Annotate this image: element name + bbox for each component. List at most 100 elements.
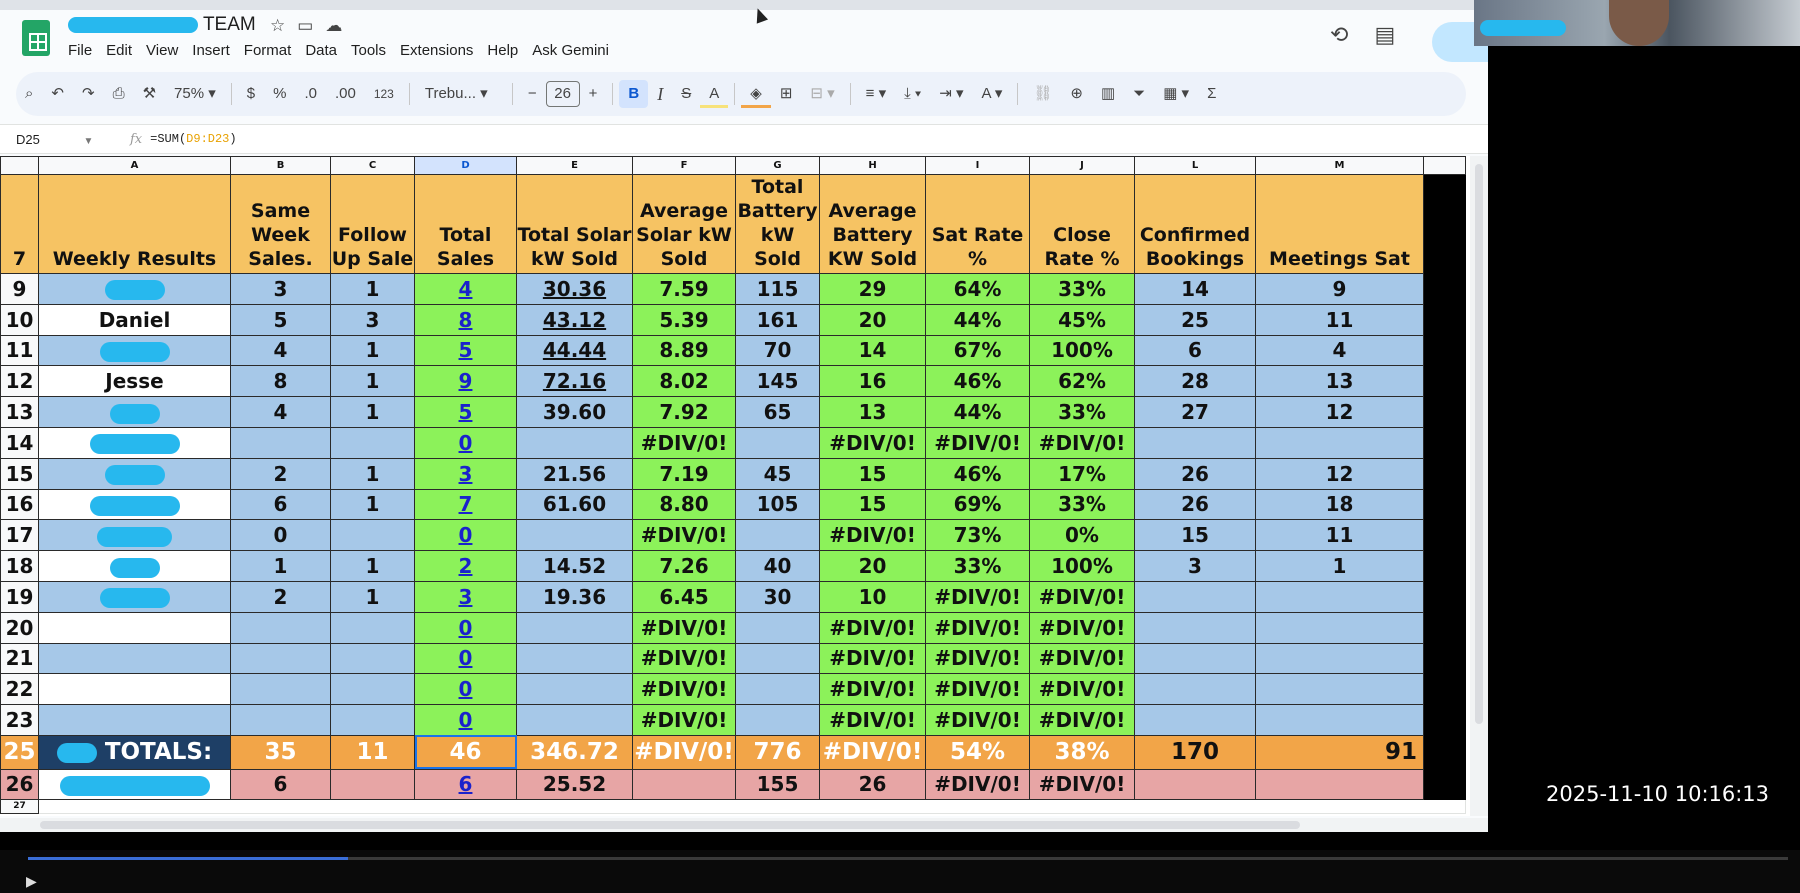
cell[interactable] bbox=[1134, 768, 1256, 800]
confirmed-bookings-cell[interactable]: 3 bbox=[1134, 550, 1256, 582]
cloud-status-icon[interactable]: ☁ bbox=[325, 16, 342, 36]
avg-battery-cell[interactable]: 20 bbox=[819, 550, 926, 582]
total-solar-cell[interactable] bbox=[516, 519, 633, 552]
confirmed-bookings-cell[interactable] bbox=[1134, 704, 1256, 736]
col-header-d[interactable]: D bbox=[414, 156, 517, 175]
meetings-sat-cell[interactable]: 18 bbox=[1255, 488, 1424, 521]
row-number[interactable]: 13 bbox=[0, 396, 39, 428]
avg-battery-cell[interactable]: 10 bbox=[819, 580, 926, 613]
name-cell[interactable] bbox=[38, 457, 231, 490]
text-rotation-icon[interactable]: A ▾ bbox=[972, 80, 1011, 108]
avg-solar-cell[interactable]: 8.02 bbox=[632, 365, 736, 398]
menu-data[interactable]: Data bbox=[305, 40, 345, 61]
header-cell[interactable]: Confirmed Bookings bbox=[1134, 174, 1256, 274]
header-cell[interactable]: Close Rate % bbox=[1029, 174, 1135, 274]
header-cell[interactable]: Total Sales bbox=[414, 174, 517, 274]
header-cell[interactable]: Weekly Results bbox=[38, 174, 231, 274]
total-sales-cell[interactable]: 4 bbox=[414, 273, 517, 305]
menu-view[interactable]: View bbox=[146, 40, 186, 61]
total-sales-link[interactable]: 7 bbox=[459, 492, 473, 516]
avg-battery-cell[interactable]: #DIV/0! bbox=[819, 519, 926, 552]
avg-battery-cell[interactable]: 15 bbox=[819, 488, 926, 521]
total-battery-cell[interactable] bbox=[735, 519, 820, 552]
close-rate-cell[interactable]: 100% bbox=[1029, 334, 1135, 367]
avg-solar-cell[interactable]: #DIV/0! bbox=[632, 519, 736, 552]
print-icon[interactable]: ⎙ bbox=[104, 80, 134, 108]
total-solar-cell[interactable]: 72.16 bbox=[516, 365, 633, 398]
name-cell[interactable] bbox=[38, 550, 231, 582]
sheet-grid[interactable]: A B C D E F G H I J L M 7 Weekly Results… bbox=[0, 156, 1470, 816]
insert-chart-icon[interactable]: ▥ bbox=[1092, 80, 1124, 108]
header-cell[interactable]: Meetings Sat bbox=[1255, 174, 1424, 274]
cell[interactable]: 155 bbox=[735, 768, 820, 800]
total-cell[interactable]: 91 bbox=[1255, 734, 1424, 770]
total-cell[interactable]: 38% bbox=[1029, 734, 1135, 770]
confirmed-bookings-cell[interactable] bbox=[1134, 673, 1256, 706]
total-sales-cell[interactable]: 0 bbox=[414, 426, 517, 459]
confirmed-bookings-cell[interactable]: 14 bbox=[1134, 273, 1256, 305]
same-week-sales-cell[interactable] bbox=[230, 642, 331, 675]
avg-battery-cell[interactable]: #DIV/0! bbox=[819, 642, 926, 675]
name-cell[interactable] bbox=[38, 611, 231, 644]
name-cell[interactable]: Daniel bbox=[38, 303, 231, 336]
total-sales-cell[interactable]: 9 bbox=[414, 365, 517, 398]
meetings-sat-cell[interactable]: 13 bbox=[1255, 365, 1424, 398]
confirmed-bookings-cell[interactable]: 28 bbox=[1134, 365, 1256, 398]
avg-battery-cell[interactable]: 13 bbox=[819, 396, 926, 428]
name-cell[interactable]: Jesse bbox=[38, 365, 231, 398]
total-sales-link[interactable]: 3 bbox=[459, 585, 473, 609]
italic-button[interactable]: I bbox=[648, 80, 672, 108]
insert-link-icon[interactable]: ⛓ bbox=[1024, 80, 1061, 108]
total-cell-selected[interactable]: 46 bbox=[414, 734, 517, 770]
document-title[interactable]: TEAM bbox=[68, 14, 256, 36]
confirmed-bookings-cell[interactable] bbox=[1134, 611, 1256, 644]
font-size-decrease-button[interactable]: − bbox=[519, 80, 546, 108]
avg-solar-cell[interactable]: 7.19 bbox=[632, 457, 736, 490]
total-battery-cell[interactable] bbox=[735, 426, 820, 459]
avg-solar-cell[interactable]: #DIV/0! bbox=[632, 704, 736, 736]
cell[interactable] bbox=[632, 768, 736, 800]
cell[interactable]: #DIV/0! bbox=[925, 768, 1030, 800]
close-rate-cell[interactable]: #DIV/0! bbox=[1029, 642, 1135, 675]
avg-battery-cell[interactable]: 20 bbox=[819, 303, 926, 336]
col-header-i[interactable]: I bbox=[925, 156, 1030, 175]
total-sales-cell[interactable]: 8 bbox=[414, 303, 517, 336]
follow-up-sale-cell[interactable]: 1 bbox=[330, 550, 415, 582]
sat-rate-cell[interactable]: #DIV/0! bbox=[925, 611, 1030, 644]
sat-rate-cell[interactable]: 67% bbox=[925, 334, 1030, 367]
sat-rate-cell[interactable]: 73% bbox=[925, 519, 1030, 552]
text-color-button[interactable]: A bbox=[700, 80, 729, 108]
follow-up-sale-cell[interactable] bbox=[330, 611, 415, 644]
meetings-sat-cell[interactable]: 12 bbox=[1255, 457, 1424, 490]
close-rate-cell[interactable]: 45% bbox=[1029, 303, 1135, 336]
bold-button[interactable]: B bbox=[619, 80, 649, 108]
total-sales-link[interactable]: 8 bbox=[459, 308, 473, 332]
merge-cells-icon[interactable]: ⊟ ▾ bbox=[801, 80, 843, 108]
row-number[interactable]: 11 bbox=[0, 334, 39, 367]
cell[interactable] bbox=[330, 768, 415, 800]
sat-rate-cell[interactable]: 33% bbox=[925, 550, 1030, 582]
total-sales-link[interactable]: 5 bbox=[459, 338, 473, 362]
total-solar-cell[interactable]: 61.60 bbox=[516, 488, 633, 521]
meetings-sat-cell[interactable] bbox=[1255, 704, 1424, 736]
total-sales-cell[interactable]: 3 bbox=[414, 580, 517, 613]
decrease-decimal-button[interactable]: .0 bbox=[295, 80, 326, 108]
total-solar-cell[interactable]: 30.36 bbox=[516, 273, 633, 305]
meetings-sat-cell[interactable]: 4 bbox=[1255, 334, 1424, 367]
version-history-icon[interactable]: ⟲ bbox=[1330, 22, 1348, 48]
row-number[interactable]: 15 bbox=[0, 457, 39, 490]
name-cell[interactable] bbox=[38, 642, 231, 675]
cell[interactable]: 6 bbox=[414, 768, 517, 800]
horizontal-scrollbar[interactable] bbox=[0, 818, 1488, 832]
total-battery-cell[interactable] bbox=[735, 611, 820, 644]
total-solar-cell[interactable]: 39.60 bbox=[516, 396, 633, 428]
row-number[interactable]: 20 bbox=[0, 611, 39, 644]
total-battery-cell[interactable]: 70 bbox=[735, 334, 820, 367]
sat-rate-cell[interactable]: #DIV/0! bbox=[925, 642, 1030, 675]
sat-rate-cell[interactable]: 46% bbox=[925, 365, 1030, 398]
follow-up-sale-cell[interactable]: 1 bbox=[330, 334, 415, 367]
avg-battery-cell[interactable]: #DIV/0! bbox=[819, 673, 926, 706]
name-cell[interactable] bbox=[38, 673, 231, 706]
total-sales-link[interactable]: 9 bbox=[459, 369, 473, 393]
same-week-sales-cell[interactable] bbox=[230, 611, 331, 644]
